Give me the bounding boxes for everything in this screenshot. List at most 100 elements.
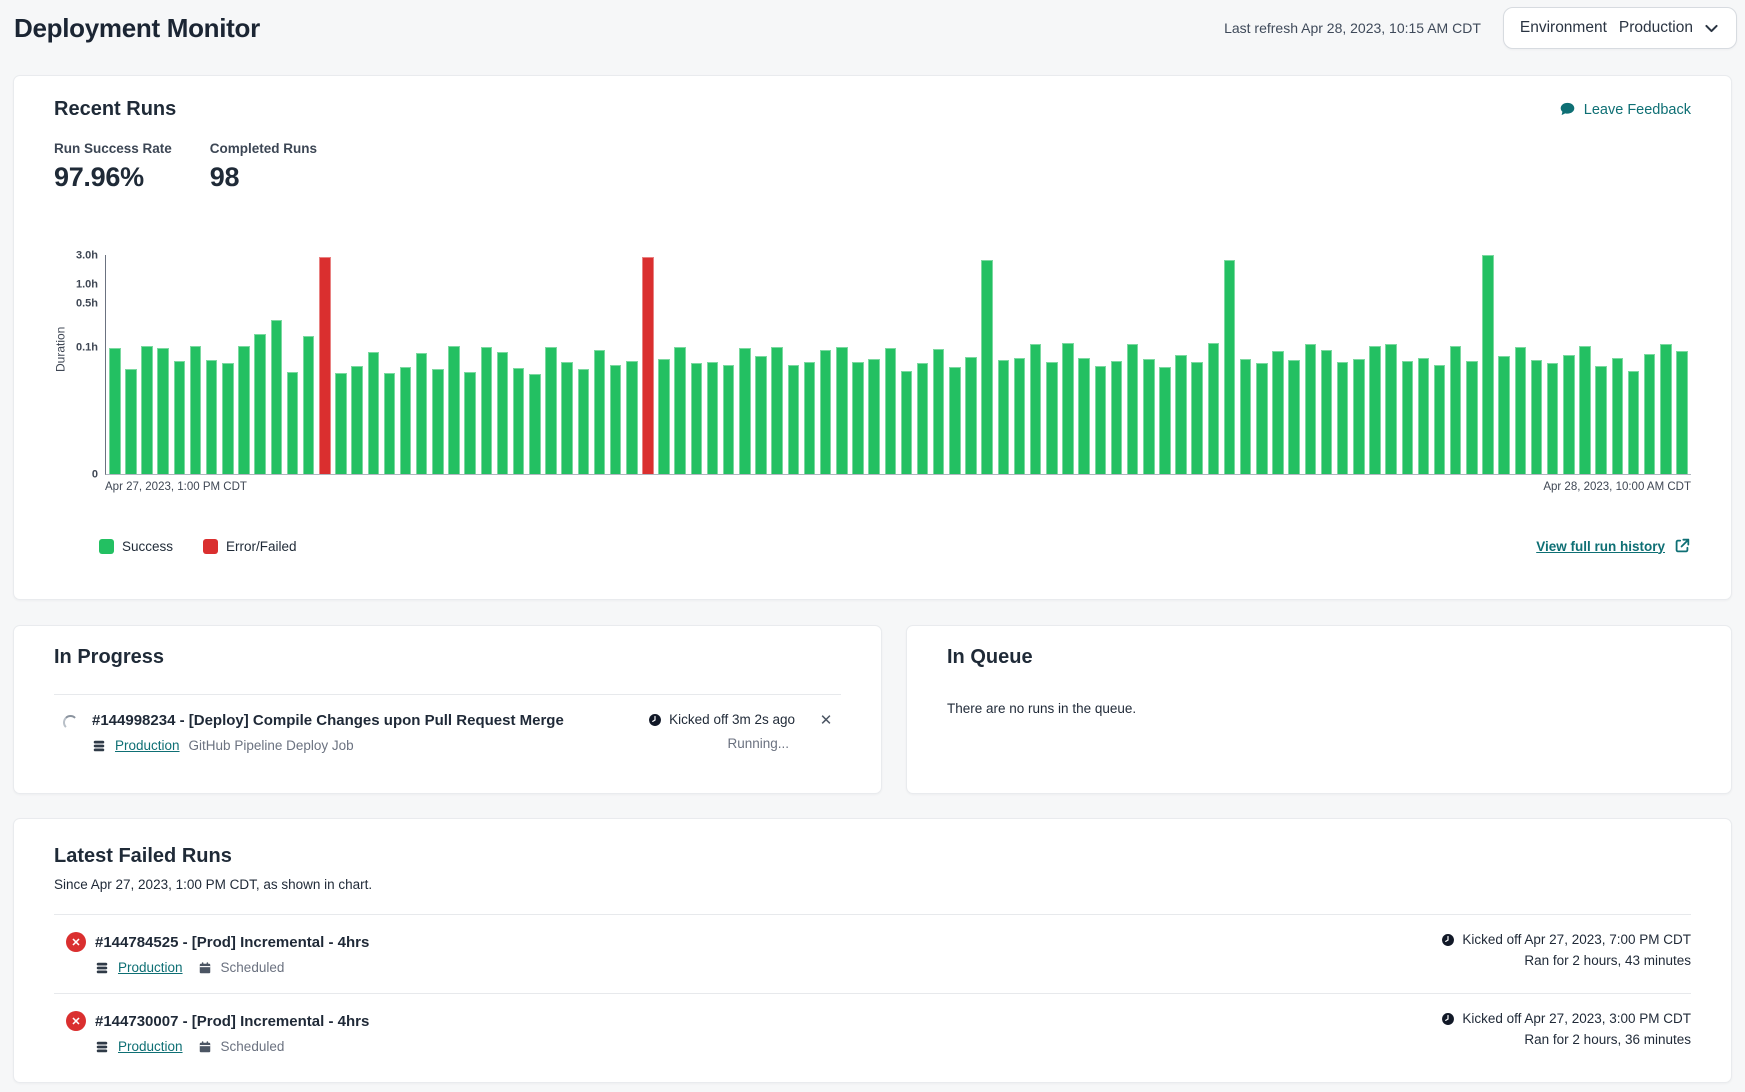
chart-bar-success[interactable] xyxy=(1159,367,1171,474)
chart-bar-success[interactable] xyxy=(1143,359,1155,474)
environment-link[interactable]: Production xyxy=(118,1039,183,1054)
chart-bar-success[interactable] xyxy=(868,359,880,474)
chart-bar-success[interactable] xyxy=(1482,255,1494,474)
chart-bar-success[interactable] xyxy=(901,371,913,474)
chart-bar-success[interactable] xyxy=(674,347,686,474)
chart-bar-success[interactable] xyxy=(852,362,864,474)
chart-bar-success[interactable] xyxy=(1111,361,1123,474)
environment-dropdown[interactable]: Environment Production xyxy=(1503,7,1737,49)
chart-bar-success[interactable] xyxy=(109,348,121,474)
chart-bar-success[interactable] xyxy=(416,353,428,474)
environment-link[interactable]: Production xyxy=(115,738,180,753)
chart-bar-success[interactable] xyxy=(933,349,945,474)
chart-bar-success[interactable] xyxy=(1385,344,1397,474)
chart-bar-success[interactable] xyxy=(1175,355,1187,474)
chart-bar-success[interactable] xyxy=(1014,358,1026,474)
chart-bar-success[interactable] xyxy=(1272,351,1284,474)
chart-bar-success[interactable] xyxy=(1434,365,1446,474)
chart-bar-success[interactable] xyxy=(206,360,218,474)
chart-bar-success[interactable] xyxy=(238,346,250,474)
chart-bar-success[interactable] xyxy=(1305,344,1317,474)
chart-bar-success[interactable] xyxy=(578,369,590,474)
chart-bar-success[interactable] xyxy=(1515,347,1527,474)
chart-bar-success[interactable] xyxy=(1337,362,1349,474)
chart-bar-success[interactable] xyxy=(658,359,670,474)
chart-bar-success[interactable] xyxy=(400,367,412,474)
chart-bar-success[interactable] xyxy=(1288,360,1300,474)
chart-bar-failed[interactable] xyxy=(319,257,331,474)
chart-bar-success[interactable] xyxy=(998,360,1010,474)
chart-bar-success[interactable] xyxy=(1402,361,1414,474)
chart-bar-success[interactable] xyxy=(917,363,929,474)
chart-bar-success[interactable] xyxy=(1030,344,1042,474)
chart-bar-success[interactable] xyxy=(1547,363,1559,474)
chart-bar-success[interactable] xyxy=(1676,351,1688,474)
chart-bar-success[interactable] xyxy=(1321,350,1333,474)
chart-bar-success[interactable] xyxy=(949,367,961,474)
chart-bar-success[interactable] xyxy=(561,362,573,474)
environment-link[interactable]: Production xyxy=(118,960,183,975)
chart-bar-success[interactable] xyxy=(788,365,800,474)
chart-bar-success[interactable] xyxy=(545,347,557,474)
chart-bar-success[interactable] xyxy=(1078,358,1090,474)
chart-bar-success[interactable] xyxy=(190,346,202,474)
chart-bar-success[interactable] xyxy=(1418,358,1430,474)
chart-bar-success[interactable] xyxy=(1531,360,1543,474)
chart-bar-success[interactable] xyxy=(529,374,541,474)
chart-bar-success[interactable] xyxy=(820,350,832,474)
chart-bar-success[interactable] xyxy=(1628,371,1640,474)
chart-bar-success[interactable] xyxy=(885,348,897,474)
chart-bar-success[interactable] xyxy=(981,260,993,474)
chart-bar-success[interactable] xyxy=(1369,346,1381,474)
chart-bar-success[interactable] xyxy=(351,366,363,474)
chart-bar-success[interactable] xyxy=(222,363,234,474)
chart-bar-success[interactable] xyxy=(271,320,283,474)
chart-bar-success[interactable] xyxy=(432,369,444,474)
chart-bar-success[interactable] xyxy=(1498,356,1510,474)
chart-bar-success[interactable] xyxy=(1660,344,1672,474)
chart-bar-success[interactable] xyxy=(691,363,703,474)
view-full-run-history-link[interactable]: View full run history xyxy=(1536,537,1691,555)
chart-bar-success[interactable] xyxy=(1224,260,1236,474)
chart-bar-success[interactable] xyxy=(1579,346,1591,474)
chart-bar-success[interactable] xyxy=(141,346,153,474)
leave-feedback-link[interactable]: Leave Feedback xyxy=(1559,101,1691,118)
chart-bar-success[interactable] xyxy=(1062,343,1074,474)
chart-bar-success[interactable] xyxy=(771,347,783,474)
chart-bar-success[interactable] xyxy=(157,348,169,474)
chart-bar-success[interactable] xyxy=(497,352,509,474)
chart-bar-success[interactable] xyxy=(1208,343,1220,474)
chart-bar-success[interactable] xyxy=(1450,346,1462,474)
chart-bar-success[interactable] xyxy=(626,361,638,475)
chart-bar-success[interactable] xyxy=(804,362,816,474)
chart-bar-success[interactable] xyxy=(254,334,266,474)
chart-bar-success[interactable] xyxy=(1353,359,1365,474)
chart-bar-success[interactable] xyxy=(481,347,493,474)
chart-bar-success[interactable] xyxy=(836,347,848,474)
chart-bar-success[interactable] xyxy=(125,369,137,474)
chart-bar-success[interactable] xyxy=(1191,362,1203,474)
chart-bar-success[interactable] xyxy=(755,356,767,474)
chart-bar-success[interactable] xyxy=(448,346,460,474)
chart-bar-success[interactable] xyxy=(1595,366,1607,474)
chart-bar-success[interactable] xyxy=(287,372,299,474)
chart-bar-success[interactable] xyxy=(594,350,606,474)
chart-bar-success[interactable] xyxy=(1240,359,1252,474)
chart-bar-success[interactable] xyxy=(610,365,622,474)
chart-bar-success[interactable] xyxy=(739,348,751,474)
chart-bar-success[interactable] xyxy=(1612,358,1624,474)
chart-bar-success[interactable] xyxy=(513,368,525,474)
chart-bar-failed[interactable] xyxy=(642,257,654,474)
chart-bar-success[interactable] xyxy=(1644,354,1656,474)
chart-bar-success[interactable] xyxy=(707,362,719,474)
chart-bar-success[interactable] xyxy=(303,336,315,474)
chart-bar-success[interactable] xyxy=(335,373,347,474)
chart-bar-success[interactable] xyxy=(464,372,476,474)
chart-bar-success[interactable] xyxy=(1095,366,1107,474)
chart-bar-success[interactable] xyxy=(368,352,380,474)
close-icon[interactable]: ✕ xyxy=(817,712,835,730)
chart-bar-success[interactable] xyxy=(723,365,735,474)
chart-bar-success[interactable] xyxy=(384,373,396,474)
chart-bar-success[interactable] xyxy=(1563,355,1575,475)
chart-bar-success[interactable] xyxy=(1046,362,1058,474)
